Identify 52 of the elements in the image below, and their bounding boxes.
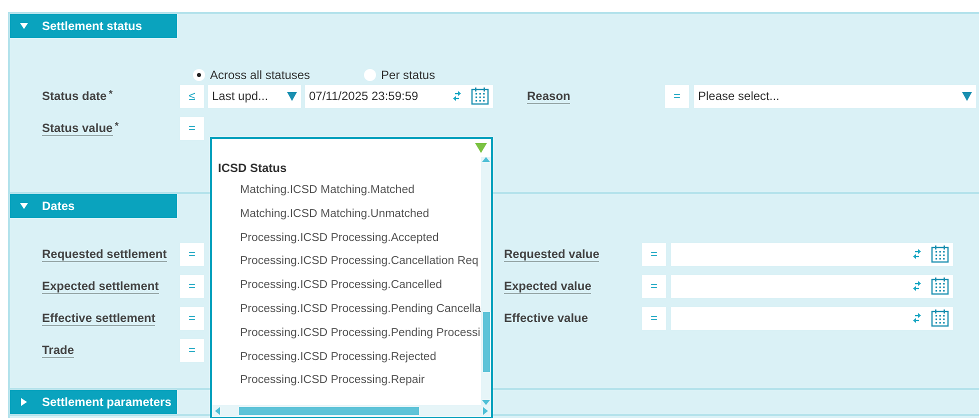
date-type-dropdown[interactable]: Last upd... [208,84,301,108]
radio-label[interactable]: Across all statuses [210,68,310,82]
list-option[interactable]: Matching.ICSD Matching.Unmatched [218,202,481,227]
radio-label[interactable]: Per status [381,68,436,82]
required-mark: * [114,120,119,134]
field-label: Status date [42,89,107,103]
date-field[interactable] [671,306,953,330]
field-label[interactable]: Status value [42,120,113,136]
radio-button[interactable] [364,68,376,80]
expand-icon [20,398,28,406]
calendar-icon[interactable] [931,309,949,327]
calendar-icon[interactable] [931,245,949,263]
calendar-icon[interactable] [931,277,949,295]
radio-button[interactable] [193,68,205,80]
scroll-left-icon[interactable] [215,407,220,415]
scroll-right-icon[interactable] [483,407,488,415]
list-option[interactable]: Processing.ICSD Processing.Repair [218,369,481,394]
dropdown-arrow-icon[interactable] [475,143,487,153]
field-label[interactable]: Requested value [504,246,600,262]
field-label[interactable]: Reason [527,88,570,104]
scroll-up-icon[interactable] [482,157,490,162]
dropdown-arrow-icon [962,92,972,100]
swap-icon[interactable] [913,249,921,259]
list-option[interactable]: Matching.ICSD Matching.Matched [218,179,481,203]
vertical-scrollbar[interactable] [481,157,491,405]
status-dropdown-list[interactable] [210,137,493,418]
group-heading: ICSD Status [218,160,288,177]
list-option[interactable]: Processing.ICSD Processing.Cancelled [218,274,481,298]
field-label[interactable]: Effective settlement [42,310,156,326]
list-option[interactable]: Processing.ICSD Processing.Rejected [218,346,481,370]
dropdown-arrow-icon [287,92,297,100]
list-option[interactable]: Processing.ICSD Processing.Pending Cancella [218,298,481,322]
date-field[interactable]: 07/11/2025 23:59:59 [305,84,493,108]
swap-icon[interactable] [453,91,461,101]
reason-dropdown[interactable]: Please select... [694,84,976,108]
field-label[interactable]: Expected value [504,278,592,294]
swap-icon[interactable] [913,281,921,291]
required-mark: * [108,89,113,102]
list-option[interactable]: Processing.ICSD Processing.Accepted [218,226,481,250]
collapse-icon [20,22,28,30]
field-label[interactable]: Trade [42,342,74,358]
collapse-icon [20,202,28,210]
field-label[interactable]: Requested settlement [42,246,167,262]
list-option[interactable]: Processing.ICSD Processing.Cancellation Req [218,250,481,274]
date-field[interactable] [671,242,953,266]
date-field[interactable] [671,274,953,298]
field-label: Effective value [504,311,588,325]
list-option[interactable]: Processing.ICSD Processing.Pending Processi [218,322,481,346]
horizontal-scrollbar[interactable] [212,405,491,417]
calendar-icon[interactable] [471,87,489,105]
swap-icon[interactable] [913,313,921,323]
field-label[interactable]: Expected settlement [42,278,159,294]
